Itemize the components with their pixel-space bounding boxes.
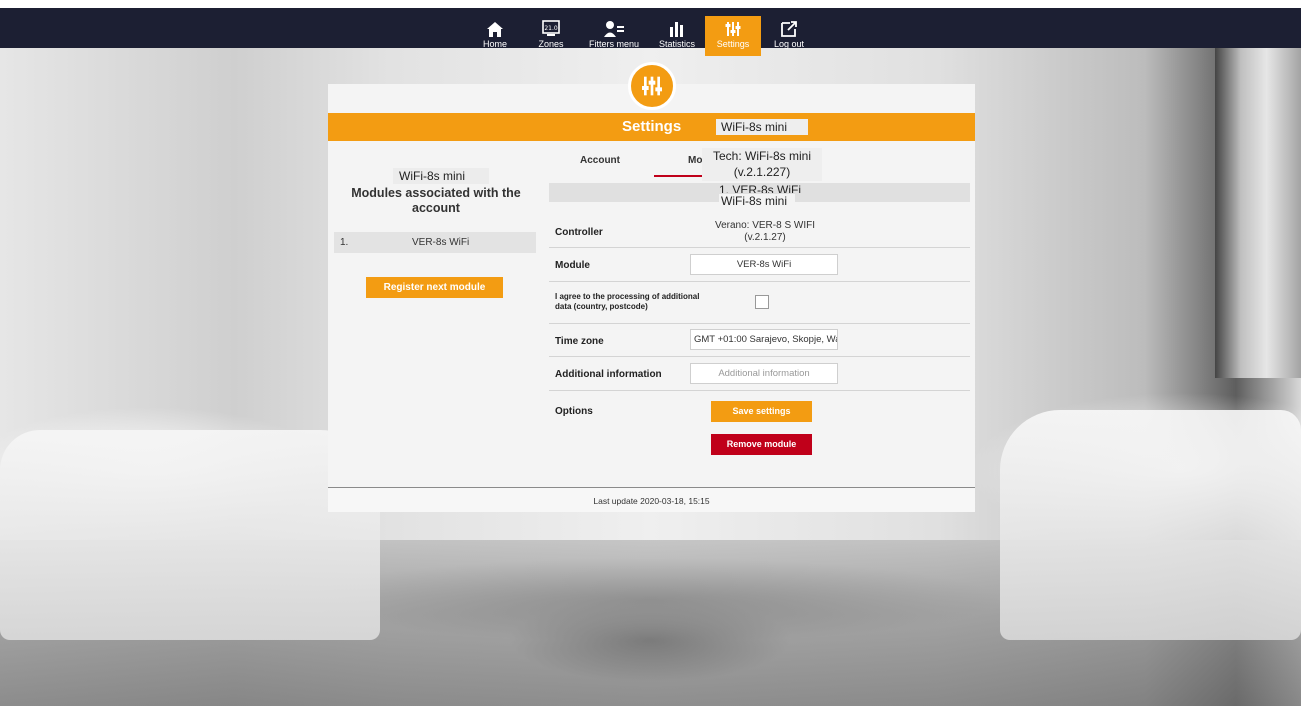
last-update-text: Last update 2020-03-18, 15:15: [593, 496, 710, 506]
module-list-item[interactable]: 1. VER-8s WiFi: [334, 232, 536, 253]
options-label: Options: [555, 406, 593, 417]
nav-item-log-out[interactable]: Log out: [761, 16, 817, 56]
nav-item-home[interactable]: Home: [467, 16, 523, 56]
selected-module-title: 1. VER-8s WiFi: [719, 183, 802, 193]
left-device-label: WiFi-8s mini: [393, 168, 489, 184]
controller-version: (v.2.1.27): [744, 232, 786, 243]
tech-name: Tech: WiFi-8s mini: [712, 149, 811, 163]
zones-icon: 21.0: [541, 19, 561, 39]
nav-item-zones[interactable]: 21.0 Zones: [523, 16, 579, 56]
save-settings-button[interactable]: Save settings: [711, 401, 812, 422]
nav-label: Home: [482, 39, 507, 49]
controller-label: Controller: [555, 227, 603, 238]
additional-info-input[interactable]: [690, 363, 838, 384]
tab-account[interactable]: Account: [580, 155, 620, 166]
module-number: 1.: [340, 237, 349, 248]
nav-label: Fitters menu: [588, 39, 639, 49]
settings-badge-icon: [628, 62, 676, 110]
top-navigation-bar: Home 21.0 Zones Fitters menu Statistics …: [0, 0, 1301, 56]
header-device-tag: WiFi-8s mini: [716, 119, 808, 135]
nav-item-fitters-menu[interactable]: Fitters menu: [579, 16, 649, 56]
nav-label: Zones: [538, 39, 564, 49]
additional-info-label: Additional information: [555, 369, 662, 380]
nav-item-statistics[interactable]: Statistics: [649, 16, 705, 56]
tab-module[interactable]: Mo: [688, 155, 702, 166]
module-name-input[interactable]: [690, 254, 838, 275]
panel-header: Settings WiFi-8s mini: [328, 113, 975, 141]
agree-checkbox[interactable]: [755, 295, 769, 309]
controller-model: Verano: VER-8 S WIFI: [714, 220, 816, 231]
agree-label: I agree to the processing of additional …: [555, 292, 700, 311]
panel-footer: Last update 2020-03-18, 15:15: [328, 487, 975, 512]
nav-label: Settings: [716, 39, 750, 49]
logout-icon: [780, 19, 798, 39]
statistics-icon: [668, 19, 686, 39]
fitters-icon: [603, 19, 625, 39]
home-icon: [486, 19, 504, 39]
selected-module-device: WiFi-8s mini: [719, 194, 795, 209]
module-label: Module: [555, 260, 590, 271]
svg-text:21.0: 21.0: [544, 25, 558, 32]
nav-menu: Home 21.0 Zones Fitters menu Statistics …: [467, 16, 817, 56]
nav-item-settings[interactable]: Settings: [705, 16, 761, 56]
tech-version: (v.2.1.227): [733, 165, 791, 179]
remove-module-button[interactable]: Remove module: [711, 434, 812, 455]
nav-label: Log out: [773, 39, 805, 49]
register-next-module-button[interactable]: Register next module: [366, 277, 503, 298]
background-sofa-right: [1000, 410, 1301, 640]
page-title: Settings: [622, 118, 682, 135]
module-name: VER-8s WiFi: [412, 237, 470, 248]
background-sofa-left: [0, 430, 380, 640]
controller-value: Verano: VER-8 S WIFI (v.2.1.27): [690, 220, 840, 244]
active-tab-indicator: [654, 175, 702, 177]
timezone-label: Time zone: [555, 336, 604, 347]
background-window: [1215, 48, 1301, 378]
tech-version-label: Tech: WiFi-8s mini (v.2.1.227): [702, 148, 822, 181]
nav-label: Statistics: [658, 39, 695, 49]
modules-heading: Modules associated with the account: [351, 186, 521, 215]
settings-icon: [724, 19, 742, 39]
timezone-select[interactable]: [690, 329, 838, 350]
